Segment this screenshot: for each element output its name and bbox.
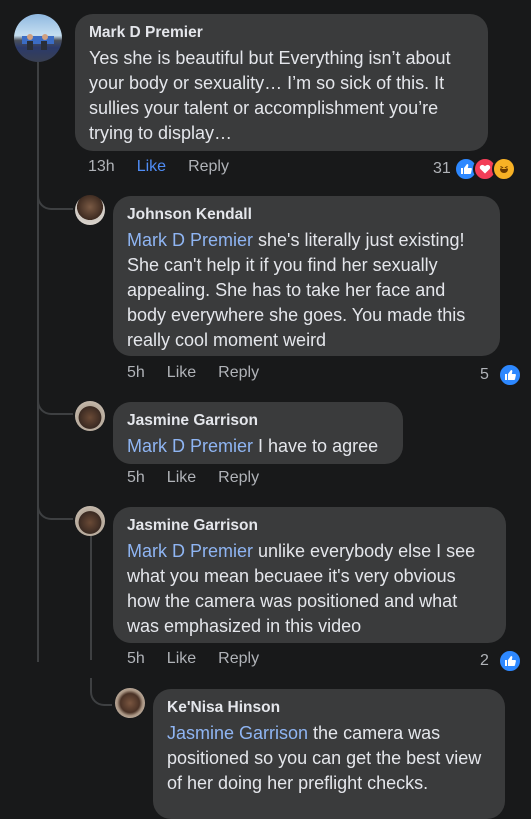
like-button[interactable]: Like (167, 364, 196, 382)
reply-button[interactable]: Reply (188, 158, 229, 176)
thread-elbow (90, 678, 112, 706)
comment-author[interactable]: Jasmine Garrison (127, 517, 492, 535)
comment-time[interactable]: 5h (127, 364, 145, 382)
haha-icon (491, 157, 516, 181)
like-icon (497, 363, 522, 387)
comment-bubble: Johnson Kendall Mark D Premier she's lit… (113, 196, 500, 356)
reply-button[interactable]: Reply (218, 364, 259, 382)
comment-time[interactable]: 5h (127, 650, 145, 668)
like-icon (497, 649, 522, 673)
like-button[interactable]: Like (137, 158, 166, 176)
avatar[interactable] (75, 401, 105, 431)
comment-text: Mark D Premier she's literally just exis… (127, 228, 486, 353)
comment-text: Yes she is beautiful but Everything isn’… (89, 48, 451, 143)
reaction-summary[interactable]: 31 (433, 157, 516, 181)
mention-link[interactable]: Mark D Premier (127, 230, 253, 250)
thread-line-main (37, 62, 39, 662)
reaction-count: 2 (480, 652, 489, 669)
mention-link[interactable]: Mark D Premier (127, 541, 253, 561)
comment-text: Mark D Premier unlike everybody else I s… (127, 539, 492, 639)
comment-author[interactable]: Johnson Kendall (127, 206, 486, 224)
comment-text: Jasmine Garrison the camera was position… (167, 721, 491, 796)
comment-actions: 5h Like Reply (127, 469, 281, 487)
reaction-summary[interactable]: 5 (480, 363, 522, 387)
like-button[interactable]: Like (167, 469, 196, 487)
avatar[interactable] (75, 506, 105, 536)
reaction-summary[interactable]: 2 (480, 649, 522, 673)
thread-line-nested (90, 535, 92, 660)
comment-bubble: Jasmine Garrison Mark D Premier I have t… (113, 402, 403, 464)
comment-bubble: Jasmine Garrison Mark D Premier unlike e… (113, 507, 506, 643)
reply-button[interactable]: Reply (218, 650, 259, 668)
mention-link[interactable]: Jasmine Garrison (167, 723, 308, 743)
reaction-count: 5 (480, 366, 489, 383)
reaction-count: 31 (433, 160, 451, 177)
comment-author[interactable]: Mark D Premier (89, 24, 474, 42)
comment-actions: 13h Like Reply (88, 158, 251, 176)
thread-elbow (37, 385, 73, 415)
comment-time[interactable]: 5h (127, 469, 145, 487)
mention-link[interactable]: Mark D Premier (127, 436, 253, 456)
comment-author[interactable]: Jasmine Garrison (127, 412, 389, 430)
comment-actions: 5h Like Reply (127, 364, 281, 382)
thread-elbow (37, 180, 73, 210)
comment-time[interactable]: 13h (88, 158, 115, 176)
thread-elbow (37, 490, 73, 520)
comment-text: Mark D Premier I have to agree (127, 434, 389, 459)
like-button[interactable]: Like (167, 650, 196, 668)
avatar[interactable] (75, 195, 105, 225)
comment-text-body: I have to agree (253, 436, 379, 456)
avatar[interactable] (14, 14, 62, 62)
comment-bubble: Mark D Premier Yes she is beautiful but … (75, 14, 488, 151)
comment-author[interactable]: Ke'Nisa Hinson (167, 699, 491, 717)
comment-actions: 5h Like Reply (127, 650, 281, 668)
avatar[interactable] (115, 688, 145, 718)
reply-button[interactable]: Reply (218, 469, 259, 487)
avatar-photo-icon (22, 34, 54, 50)
